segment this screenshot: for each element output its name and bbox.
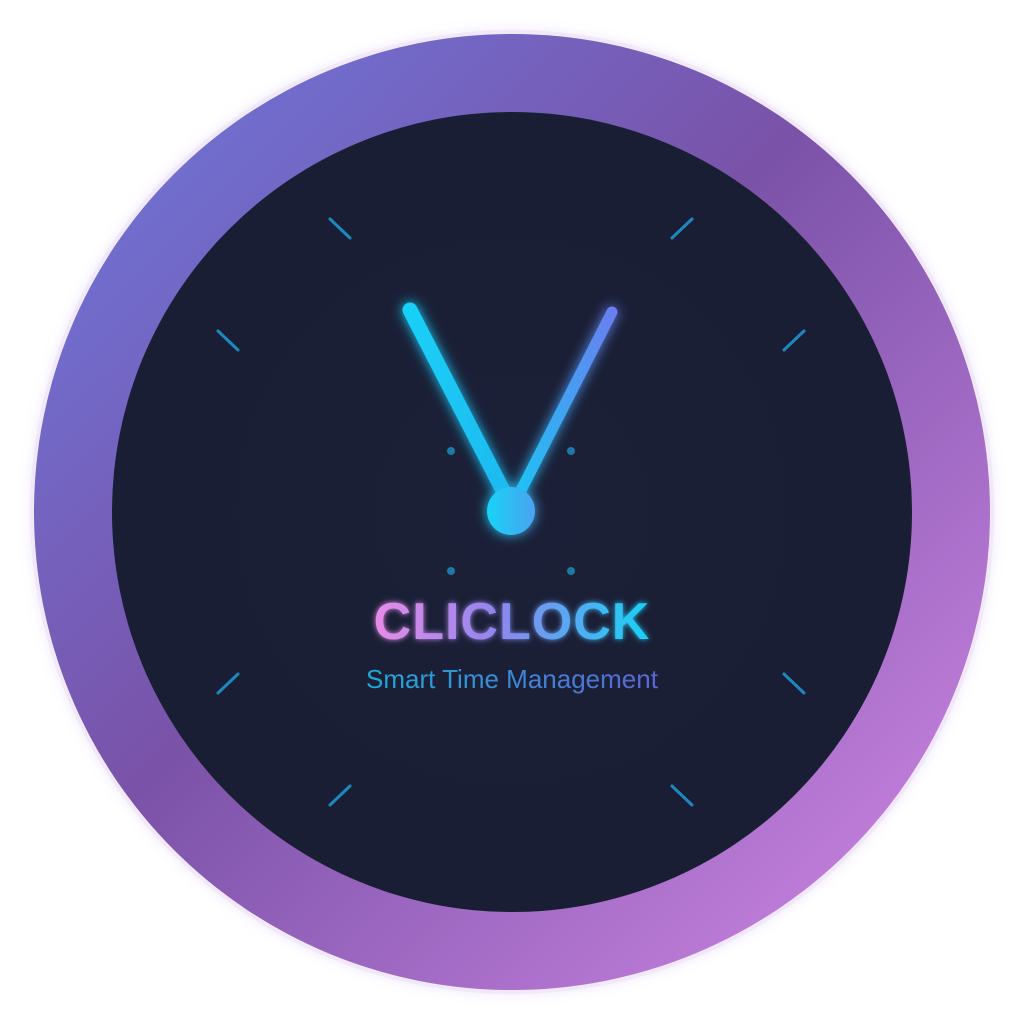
logo-stage: CLICLOCK Smart Time Management — [0, 0, 1024, 1024]
brand-name: CLICLOCK — [374, 593, 651, 651]
hub-icon — [487, 487, 535, 535]
hub-dot — [447, 567, 455, 575]
hub-dot — [447, 447, 455, 455]
hub-dot — [567, 447, 575, 455]
clock-logo-icon: CLICLOCK Smart Time Management — [30, 30, 994, 994]
brand-tagline: Smart Time Management — [366, 664, 659, 694]
hub-dot — [567, 567, 575, 575]
